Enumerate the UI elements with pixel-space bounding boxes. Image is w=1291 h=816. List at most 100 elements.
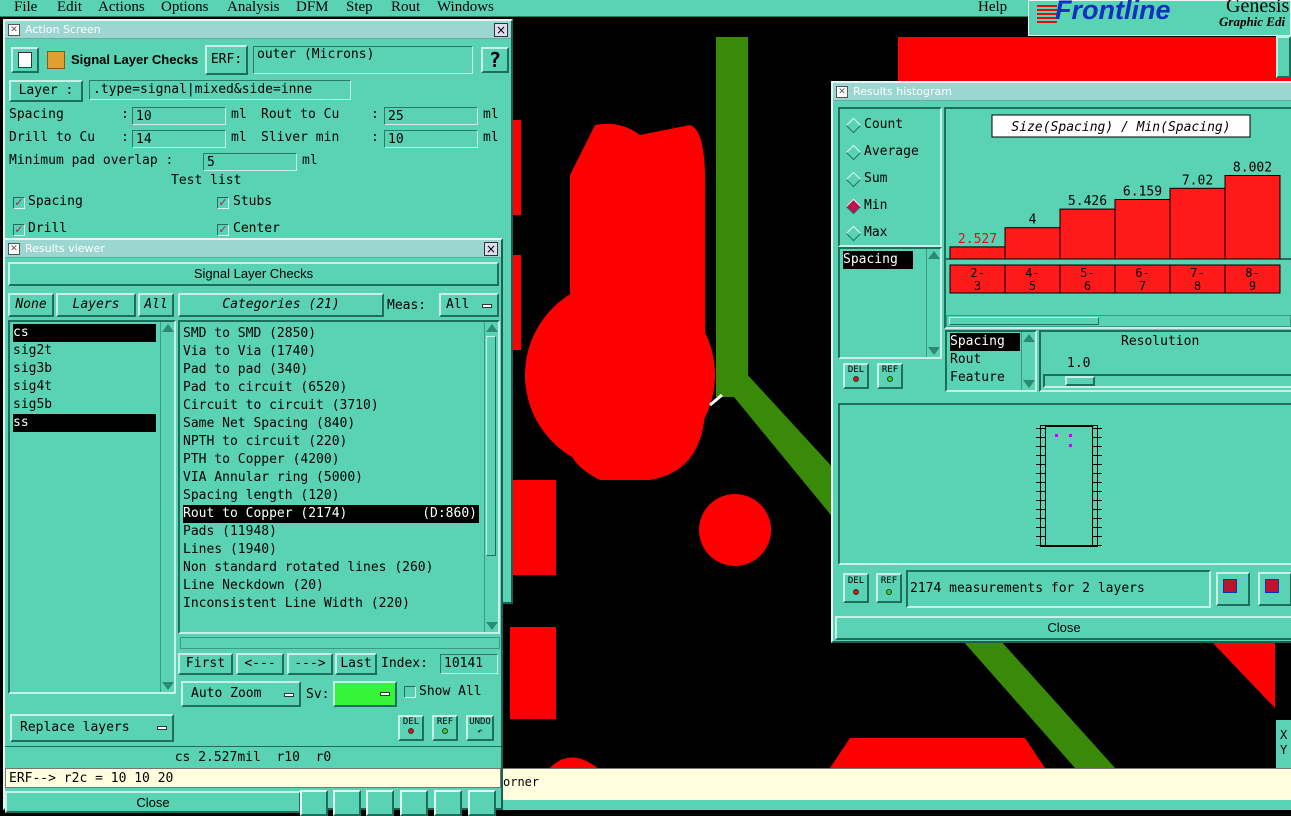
type-scrollbar[interactable] [1021, 332, 1035, 390]
layer-field[interactable]: .type=signal|mixed&side=inne [89, 80, 351, 100]
category-item[interactable]: VIA Annular ring (5000) [183, 469, 479, 487]
layer-item[interactable]: sig5b [13, 396, 156, 414]
count-label[interactable]: Count [864, 117, 903, 132]
results-viewer-titlebar[interactable]: ✕ Results viewer × [5, 240, 501, 258]
all-layers-button[interactable]: All [138, 293, 174, 317]
type-item[interactable]: Rout [950, 351, 1020, 369]
histogram-hscrollbar[interactable] [946, 315, 1291, 327]
close-icon[interactable]: × [484, 242, 498, 256]
min-radio[interactable] [845, 198, 862, 215]
spacing-field[interactable]: 10 [132, 107, 226, 125]
average-label[interactable]: Average [864, 144, 919, 159]
close-icon[interactable]: × [494, 23, 508, 37]
min-pad-overlap-field[interactable]: 5 [203, 153, 297, 171]
layer-item[interactable]: sig3b [13, 360, 156, 378]
layers-list[interactable]: cs sig2t sig3b sig4t sig5b ss [8, 320, 176, 694]
layer-button[interactable]: Layer : [9, 80, 83, 102]
help-button[interactable]: ? [481, 47, 509, 73]
category-item[interactable]: Pad to circuit (6520) [183, 379, 479, 397]
menu-help[interactable]: Help [978, 0, 1007, 16]
show-all-checkbox[interactable] [404, 686, 416, 698]
sum-radio[interactable] [845, 171, 862, 188]
center-checkbox[interactable]: ✓ [217, 224, 229, 236]
menu-step[interactable]: Step [346, 0, 373, 16]
drill-checkbox[interactable]: ✓ [13, 224, 25, 236]
sv-color-dropdown[interactable] [333, 681, 397, 707]
histogram-bar[interactable] [1224, 174, 1281, 260]
action-icon-button[interactable] [11, 47, 39, 73]
category-item[interactable]: PTH to Copper (4200) [183, 451, 479, 469]
hist-del-button[interactable]: DEL [843, 363, 869, 389]
category-item-selected[interactable]: Rout to Copper (2174) (D:860) [183, 505, 479, 523]
del-button[interactable]: DEL [398, 715, 424, 741]
toolbar-step-icon[interactable] [400, 790, 428, 816]
slider-thumb[interactable] [1065, 376, 1095, 386]
layer-item[interactable]: sig4t [13, 378, 156, 396]
category-item[interactable]: NPTH to circuit (220) [183, 433, 479, 451]
min-label[interactable]: Min [864, 198, 887, 213]
toolbar-list-icon[interactable] [434, 790, 462, 816]
layers-label-button[interactable]: Layers [56, 293, 136, 317]
category-item[interactable]: Same Net Spacing (840) [183, 415, 479, 433]
toolbar-chart-icon[interactable] [468, 790, 496, 816]
scroll-thumb[interactable] [949, 317, 1099, 325]
menu-analysis[interactable]: Analysis [227, 0, 280, 16]
menu-edit[interactable]: Edit [57, 0, 82, 16]
histogram-bar[interactable] [1169, 187, 1226, 260]
menu-actions[interactable]: Actions [98, 0, 145, 16]
import-icon-button[interactable] [1258, 572, 1291, 606]
category-item[interactable]: Non standard rotated lines (260) [183, 559, 479, 577]
sliver-min-field[interactable]: 10 [384, 130, 478, 148]
category-item[interactable]: Circuit to circuit (3710) [183, 397, 479, 415]
category-item[interactable]: Lines (1940) [183, 541, 479, 559]
erf-button[interactable]: ERF: [205, 45, 248, 75]
measure-scrollbar[interactable] [926, 249, 940, 357]
category-item[interactable]: Inconsistent Line Width (220) [183, 595, 479, 613]
layers-scrollbar[interactable] [160, 322, 174, 692]
categories-list[interactable]: SMD to SMD (2850) Via to Via (1740) Pad … [178, 320, 500, 634]
auto-zoom-dropdown[interactable]: Auto Zoom [181, 681, 301, 707]
layer-item[interactable]: ss [13, 414, 156, 432]
max-radio[interactable] [845, 225, 862, 242]
window-menu-icon[interactable]: ✕ [836, 86, 848, 98]
layer-item[interactable]: sig2t [13, 342, 156, 360]
scroll-thumb[interactable] [486, 336, 496, 556]
next-button[interactable]: ---> [287, 653, 333, 675]
sum-label[interactable]: Sum [864, 171, 887, 186]
measure-item[interactable]: Spacing [843, 251, 913, 269]
action-screen-titlebar[interactable]: ✕ Action Screen × [5, 21, 511, 39]
type-item[interactable]: Feature [950, 369, 1020, 387]
footer-ref-button[interactable]: REF [876, 573, 902, 603]
menu-options[interactable]: Options [161, 0, 209, 16]
category-item[interactable]: SMD to SMD (2850) [183, 325, 479, 343]
type-list[interactable]: Spacing Rout Feature [945, 330, 1037, 392]
average-radio[interactable] [845, 144, 862, 161]
categories-button[interactable]: Categories (21) [178, 293, 384, 317]
histogram-bar[interactable] [1004, 227, 1061, 260]
category-item[interactable]: Pads (11948) [183, 523, 479, 541]
last-button[interactable]: Last [335, 653, 377, 675]
toolbar-pin-icon[interactable] [300, 790, 328, 816]
category-item[interactable]: Via to Via (1740) [183, 343, 479, 361]
window-menu-icon[interactable]: ✕ [8, 243, 20, 255]
category-item[interactable]: Spacing length (120) [183, 487, 479, 505]
stubs-checkbox[interactable]: ✓ [217, 197, 229, 209]
ref-button[interactable]: REF [432, 715, 458, 741]
prev-button[interactable]: <--- [236, 653, 284, 675]
type-item[interactable]: Spacing [950, 333, 1020, 351]
undo-button[interactable]: UNDO ↶ [466, 715, 494, 741]
menu-file[interactable]: File [14, 0, 37, 16]
resolution-slider[interactable] [1043, 374, 1291, 388]
hist-ref-button[interactable]: REF [877, 363, 903, 389]
erf-field[interactable]: outer (Microns) [253, 46, 473, 74]
results-header-button[interactable]: Signal Layer Checks [8, 262, 499, 286]
histogram-bar[interactable] [1059, 208, 1116, 260]
window-menu-icon[interactable]: ✕ [8, 24, 20, 36]
toolbar-cancel-icon[interactable] [366, 790, 394, 816]
replace-layers-dropdown[interactable]: Replace layers [10, 714, 174, 742]
categories-scrollbar[interactable] [484, 322, 498, 632]
index-field[interactable]: 10141 [440, 654, 498, 674]
category-item[interactable]: Line Neckdown (20) [183, 577, 479, 595]
histogram-bar[interactable] [1114, 199, 1171, 260]
drill-to-cu-field[interactable]: 14 [132, 130, 226, 148]
